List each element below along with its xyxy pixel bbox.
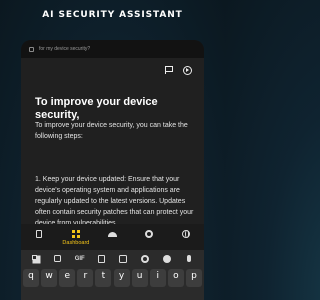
gif-button[interactable]: GIF bbox=[73, 254, 87, 264]
dashboard-icon bbox=[71, 230, 80, 238]
card-actions bbox=[165, 66, 192, 75]
key-u[interactable]: u bbox=[131, 269, 148, 287]
tab-web[interactable] bbox=[171, 230, 201, 238]
gear-icon bbox=[145, 230, 154, 238]
tab-settings[interactable] bbox=[134, 230, 164, 238]
chat-topbar: for my device security? bbox=[21, 40, 204, 58]
translate-icon bbox=[119, 254, 128, 263]
clipboard-icon bbox=[98, 254, 106, 263]
phone-screen: for my device security? To improve your … bbox=[21, 40, 204, 300]
translate-button[interactable] bbox=[116, 254, 130, 264]
play-icon[interactable] bbox=[183, 66, 192, 75]
key-e[interactable]: e bbox=[59, 269, 76, 287]
tab-documents[interactable] bbox=[24, 230, 54, 238]
microphone-icon bbox=[187, 255, 192, 262]
theme-button[interactable] bbox=[160, 254, 174, 264]
key-q[interactable]: q bbox=[23, 269, 39, 287]
key-row-1: q w e r t y u i o p bbox=[21, 267, 204, 287]
settings-icon bbox=[141, 254, 150, 263]
edit-icon[interactable] bbox=[29, 46, 34, 52]
globe-icon bbox=[181, 230, 190, 238]
clipboard-button[interactable] bbox=[95, 254, 109, 264]
card-title: To improve your device security, bbox=[35, 96, 158, 121]
tab-dashboard[interactable]: Dashboard bbox=[61, 230, 91, 246]
apps-grid-button[interactable] bbox=[29, 254, 43, 264]
key-w[interactable]: w bbox=[41, 269, 58, 287]
flag-icon[interactable] bbox=[165, 66, 174, 74]
keyboard-settings-button[interactable] bbox=[138, 254, 152, 264]
key-r[interactable]: r bbox=[77, 269, 94, 287]
bottom-tab-bar: Dashboard bbox=[21, 224, 204, 250]
chat-query-text: for my device security? bbox=[39, 46, 91, 52]
key-p[interactable]: p bbox=[185, 269, 202, 287]
key-o[interactable]: o bbox=[167, 269, 184, 287]
card-step-1: 1. Keep your device updated: Ensure that… bbox=[35, 176, 194, 227]
card-intro: To improve your device security, you can… bbox=[35, 122, 188, 140]
sticker-icon bbox=[54, 255, 62, 262]
on-screen-keyboard: GIF q w e r t y u i o p bbox=[21, 250, 204, 300]
android-icon bbox=[107, 232, 117, 237]
key-i[interactable]: i bbox=[149, 269, 166, 287]
apps-grid-icon bbox=[32, 255, 39, 262]
tab-android[interactable] bbox=[97, 230, 127, 237]
headline: AI SECURITY ASSISTANT bbox=[42, 10, 183, 20]
key-y[interactable]: y bbox=[113, 269, 130, 287]
palette-icon bbox=[163, 254, 172, 263]
voice-input-button[interactable] bbox=[182, 254, 196, 264]
key-t[interactable]: t bbox=[95, 269, 112, 287]
keyboard-toolbar: GIF bbox=[21, 250, 204, 267]
document-icon bbox=[36, 230, 43, 238]
tab-dashboard-label: Dashboard bbox=[62, 240, 90, 246]
sticker-button[interactable] bbox=[51, 254, 65, 264]
